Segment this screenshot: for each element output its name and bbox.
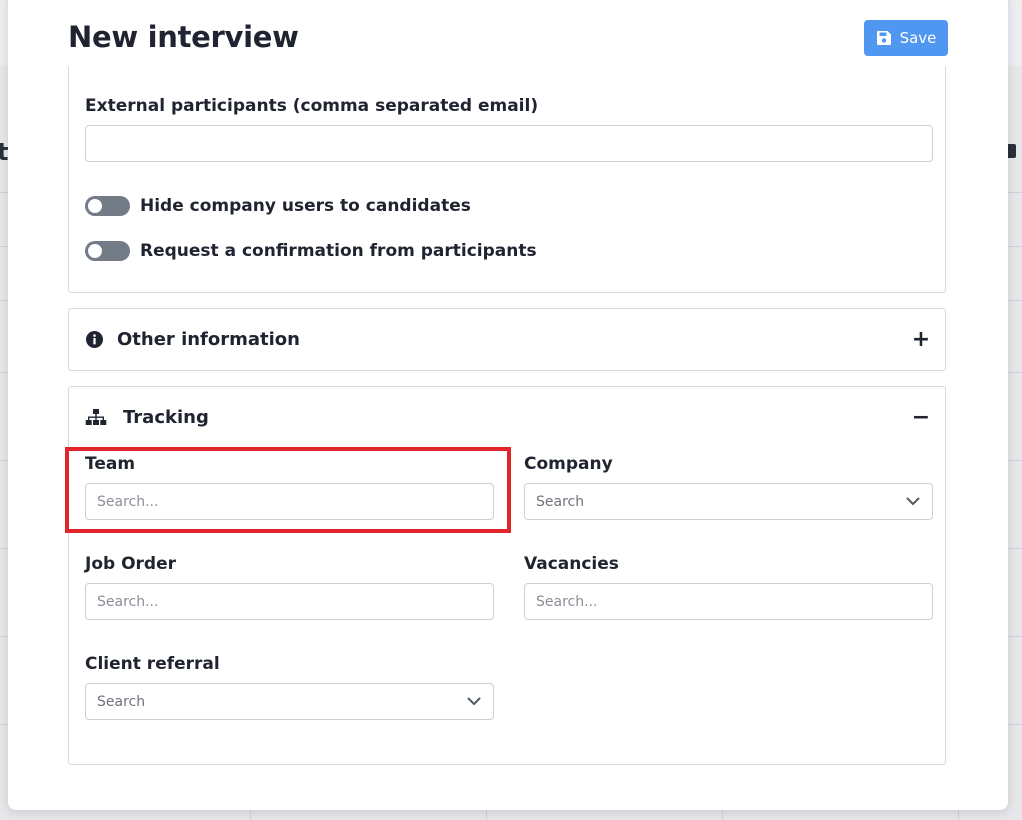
modal-title: New interview — [68, 20, 299, 54]
tracking-header[interactable]: Tracking − — [85, 387, 931, 447]
other-information-card: Other information + — [68, 308, 946, 371]
company-select-value: Search — [536, 493, 585, 510]
client-referral-select-value: Search — [97, 693, 146, 710]
info-circle-icon — [85, 331, 103, 349]
hide-company-users-toggle[interactable] — [85, 196, 130, 216]
request-confirmation-label: Request a confirmation from participants — [140, 241, 537, 261]
company-label: Company — [524, 454, 613, 474]
vacancies-search-input[interactable] — [524, 583, 933, 620]
participants-card: External participants (comma separated e… — [68, 66, 946, 293]
hide-company-users-label: Hide company users to candidates — [140, 196, 471, 216]
other-information-title: Other information — [117, 329, 300, 350]
sitemap-icon — [85, 408, 107, 426]
external-participants-input[interactable] — [85, 125, 933, 162]
job-order-search-input[interactable] — [85, 583, 494, 620]
new-interview-modal: New interview Save External participants… — [8, 0, 1008, 810]
floppy-disk-icon — [876, 31, 891, 45]
tracking-title: Tracking — [123, 406, 209, 428]
other-information-header[interactable]: Other information + — [85, 309, 931, 370]
toggle-knob — [88, 244, 102, 258]
tracking-card: Tracking − Team Company Search Job Order… — [68, 386, 946, 765]
toggle-knob — [88, 199, 102, 213]
client-referral-select[interactable]: Search — [85, 683, 494, 720]
client-referral-label: Client referral — [85, 654, 220, 674]
collapse-icon[interactable]: − — [911, 405, 931, 430]
vacancies-label: Vacancies — [524, 554, 619, 574]
company-select[interactable]: Search — [524, 483, 933, 520]
expand-icon[interactable]: + — [911, 327, 931, 352]
request-confirmation-row: Request a confirmation from participants — [85, 241, 537, 261]
save-button-label: Save — [899, 29, 937, 47]
request-confirmation-toggle[interactable] — [85, 241, 130, 261]
save-button[interactable]: Save — [864, 20, 948, 56]
hide-company-users-row: Hide company users to candidates — [85, 196, 471, 216]
chevron-down-icon — [466, 694, 482, 710]
job-order-label: Job Order — [85, 554, 177, 574]
team-search-input[interactable] — [85, 483, 494, 520]
team-label: Team — [85, 454, 136, 474]
external-participants-label: External participants (comma separated e… — [85, 96, 539, 116]
chevron-down-icon — [905, 494, 921, 510]
